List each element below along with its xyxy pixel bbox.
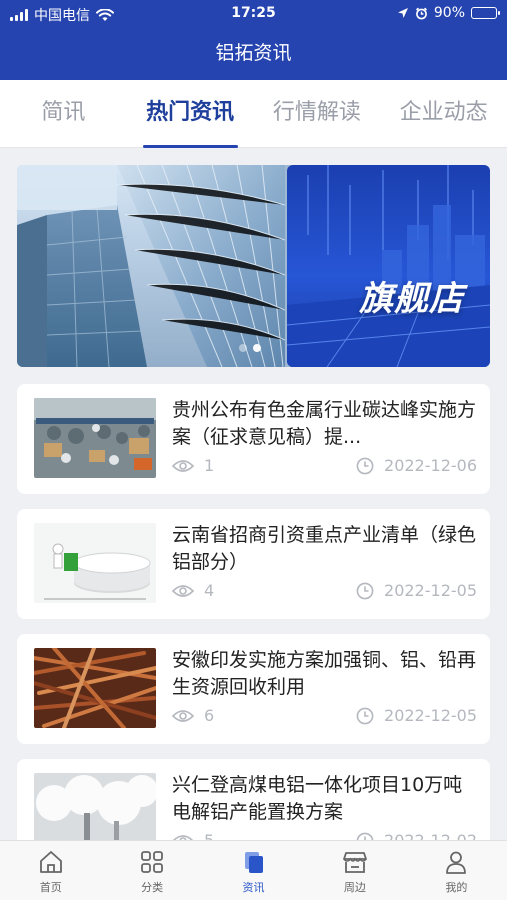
news-meta: 6 2022-12-05	[172, 706, 477, 728]
banner-carousel[interactable]: 旗舰店	[17, 165, 490, 367]
tab-company-news[interactable]: 企业动态	[380, 80, 507, 148]
bottom-nav: 首页 分类 资讯 周边 我的	[0, 840, 507, 900]
carousel-indicator	[239, 344, 261, 352]
eye-icon	[172, 459, 194, 472]
clock-icon	[356, 582, 374, 599]
tab-brief[interactable]: 简讯	[0, 80, 127, 148]
view-count: 6	[204, 706, 215, 725]
eye-icon	[172, 584, 194, 597]
nav-news[interactable]: 资讯	[203, 841, 304, 900]
carousel-dot[interactable]	[239, 344, 247, 352]
home-icon	[39, 851, 62, 873]
news-meta: 1 2022-12-06	[172, 456, 477, 478]
publish-date: 2022-12-05	[384, 706, 477, 725]
tab-bar: 简讯 热门资讯 行情解读 企业动态	[0, 80, 507, 148]
view-count: 4	[204, 581, 215, 600]
news-title: 兴仁登高煤电铝一体化项目10万吨电解铝产能置换方案	[172, 774, 463, 823]
nav-news-label: 资讯	[242, 881, 265, 894]
banner-slide-flagship[interactable]: 旗舰店	[287, 165, 490, 367]
user-icon	[446, 851, 467, 874]
tab-hot-news[interactable]: 热门资讯	[127, 80, 254, 148]
pie-figure-image	[34, 523, 156, 603]
news-card[interactable]: 云南省招商引资重点产业清单（绿色铝部分） 4 2022-12-05	[17, 509, 490, 619]
battery-percent: 90%	[433, 5, 465, 21]
nav-mine[interactable]: 我的	[406, 841, 507, 900]
nav-category[interactable]: 分类	[101, 841, 202, 900]
news-icon	[244, 852, 263, 873]
page-title: 铝拓资讯	[215, 42, 292, 64]
nav-nearby[interactable]: 周边	[304, 841, 405, 900]
tab-market-analysis[interactable]: 行情解读	[254, 80, 381, 148]
nav-home[interactable]: 首页	[0, 841, 101, 900]
view-count: 1	[204, 456, 215, 475]
alarm-icon	[415, 7, 427, 19]
store-icon	[343, 852, 367, 873]
banner-slide-building[interactable]	[17, 165, 285, 367]
copper-scrap-image	[34, 648, 156, 728]
news-title: 安徽印发实施方案加强铜、铝、铅再生资源回收利用	[172, 649, 477, 698]
clock-icon	[356, 707, 374, 724]
battery-icon	[471, 7, 500, 19]
nav-category-label: 分类	[141, 881, 164, 894]
location-icon	[397, 8, 408, 18]
nav-home-label: 首页	[39, 881, 62, 894]
news-card[interactable]: 安徽印发实施方案加强铜、铝、铅再生资源回收利用 6 2022-12-05	[17, 634, 490, 744]
status-bar: 中国电信 17:25 90%	[0, 0, 507, 28]
carousel-dot-active[interactable]	[253, 344, 261, 352]
news-card[interactable]: 贵州公布有色金属行业碳达峰实施方案（征求意见稿）提... 1 2022-12-0…	[17, 384, 490, 494]
grid-icon	[141, 851, 164, 873]
clock-icon	[356, 457, 374, 474]
news-title: 云南省招商引资重点产业清单（绿色铝部分）	[172, 524, 477, 573]
banner-slide-title: 旗舰店	[359, 279, 464, 319]
nav-mine-label: 我的	[445, 881, 468, 894]
factory-image	[34, 398, 156, 478]
publish-date: 2022-12-06	[384, 456, 477, 475]
news-title: 贵州公布有色金属行业碳达峰实施方案（征求意见稿）提...	[172, 399, 477, 448]
news-meta: 4 2022-12-05	[172, 581, 477, 603]
eye-icon	[172, 709, 194, 722]
nav-nearby-label: 周边	[343, 881, 366, 894]
top-bar: 中国电信 17:25 90% 铝拓资讯	[0, 0, 507, 80]
publish-date: 2022-12-05	[384, 581, 477, 600]
